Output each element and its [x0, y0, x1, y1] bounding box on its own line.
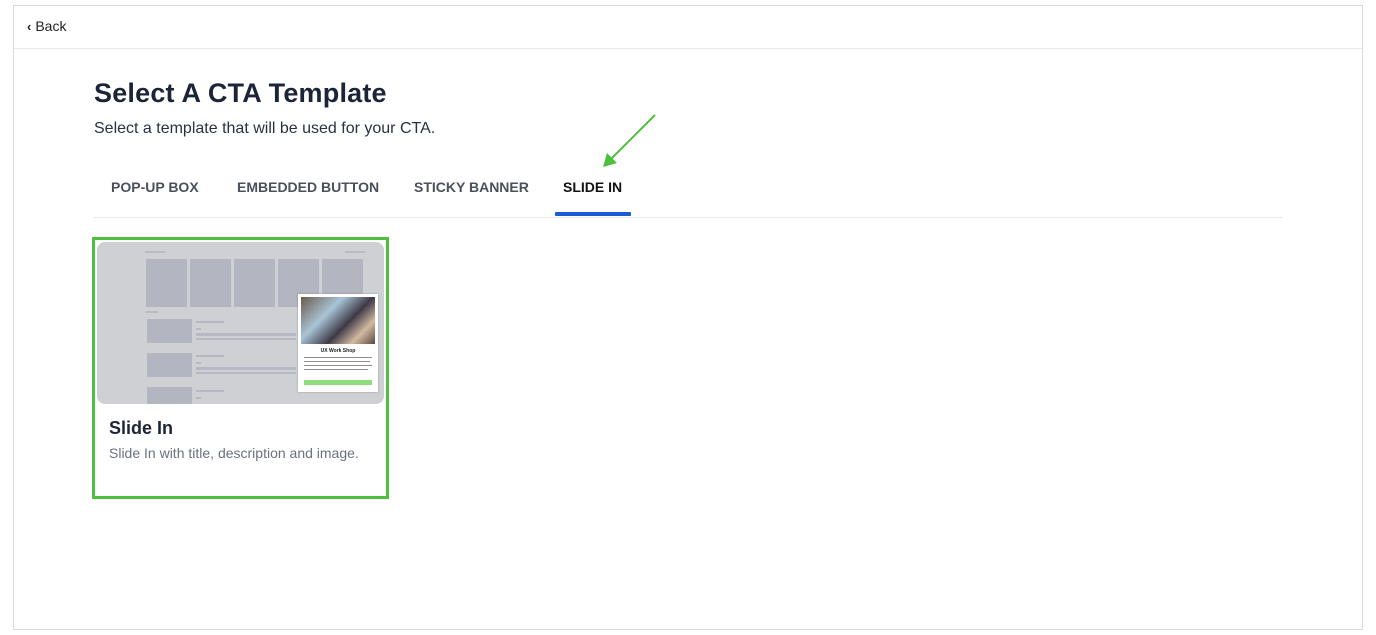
page-frame: ‹ Back Select A CTA Template Select a te… — [13, 5, 1363, 630]
tab-slide-in[interactable]: SLIDE IN — [563, 179, 622, 195]
top-bar: ‹ Back — [14, 6, 1362, 49]
template-card-slide-in[interactable]: UX Work Shop Slide In Slide In with titl… — [92, 237, 389, 499]
template-tabs: POP-UP BOX EMBEDDED BUTTON STICKY BANNER… — [94, 163, 1283, 218]
active-tab-indicator — [555, 212, 631, 216]
popup-mock-title: UX Work Shop — [320, 348, 356, 354]
workshop-photo — [301, 297, 375, 344]
tab-sticky-banner[interactable]: STICKY BANNER — [414, 179, 529, 195]
template-card-description: Slide In with title, description and ima… — [109, 445, 359, 461]
tab-pop-up-box[interactable]: POP-UP BOX — [111, 179, 199, 195]
chevron-left-icon: ‹ — [27, 18, 32, 34]
back-label: Back — [35, 18, 67, 34]
page-title: Select A CTA Template — [94, 78, 387, 108]
slide-in-popup-mock: UX Work Shop — [298, 294, 378, 392]
template-preview-image: UX Work Shop — [97, 242, 384, 404]
template-card-title: Slide In — [109, 418, 174, 438]
tab-embedded-button[interactable]: EMBEDDED BUTTON — [237, 179, 379, 195]
page-subtitle: Select a template that will be used for … — [94, 120, 436, 137]
back-link[interactable]: ‹ Back — [27, 18, 66, 34]
popup-mock-button — [304, 380, 372, 385]
